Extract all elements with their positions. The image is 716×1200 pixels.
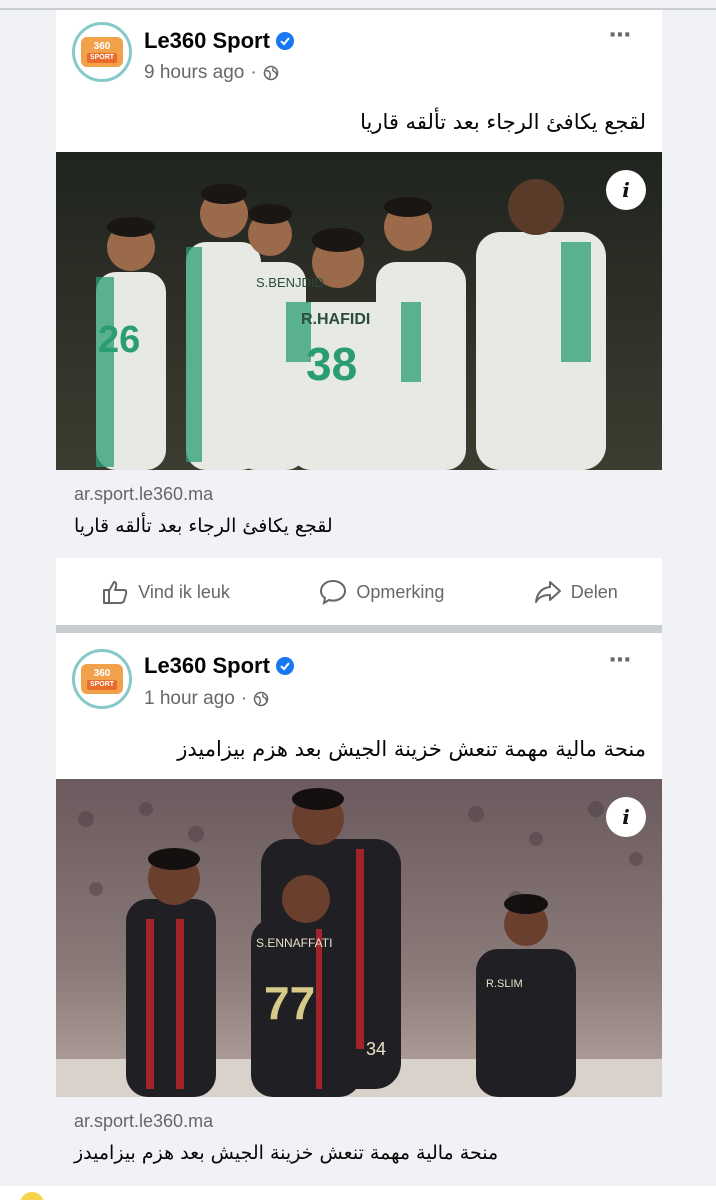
post-caption: لقجع يكافئ الرجاء بعد تألقه قاريا [360, 110, 646, 134]
comment-icon [320, 579, 347, 606]
thumbs-up-icon [103, 581, 128, 604]
ad-info-button[interactable]: i [606, 797, 646, 837]
jersey-number-1: 26 [98, 319, 140, 361]
jersey-number-2: 38 [306, 338, 357, 390]
verified-badge-icon [275, 657, 294, 675]
link-preview[interactable]: ar.sport.le360.ma لقجع يكافئ الرجاء بعد … [56, 470, 662, 558]
page-avatar[interactable]: 360 SPORT [72, 22, 132, 82]
reaction-emoji-icon [20, 1192, 44, 1200]
jersey-name-1: S.ENNAFFATI [256, 936, 332, 950]
page-name[interactable]: Le360 Sport [144, 28, 294, 54]
globe-icon [263, 65, 278, 81]
link-domain: ar.sport.le360.ma [74, 484, 214, 504]
share-button[interactable]: Delen [533, 577, 618, 607]
jersey-name-2: R.SLIM [486, 978, 523, 990]
more-options-icon[interactable]: ⋯ [609, 22, 632, 48]
jersey-number-2: 34 [366, 1039, 386, 1059]
verified-badge-icon [275, 32, 294, 50]
post-1: 360 SPORT Le360 Sport 9 hours ago · ⋯ لق… [56, 10, 662, 627]
le360-logo: 360 SPORT [81, 37, 123, 67]
page-name[interactable]: Le360 Sport [144, 653, 294, 679]
link-preview[interactable]: ar.sport.le360.ma منحة مالية مهمة تنعش خ… [56, 1097, 662, 1183]
post-caption: منحة مالية مهمة تنعش خزينة الجيش بعد هزم… [177, 737, 646, 761]
jersey-name-2: R.HAFIDI [301, 311, 370, 328]
post-image[interactable]: S.ENNAFFATI 77 R.SLIM 34 i [56, 779, 662, 1097]
more-options-icon[interactable]: ⋯ [609, 647, 632, 673]
next-post-peek [0, 1186, 716, 1200]
share-arrow-icon [534, 581, 561, 603]
ad-info-button[interactable]: i [606, 170, 646, 210]
like-button[interactable]: Vind ik leuk [100, 577, 230, 607]
link-title: لقجع يكافئ الرجاء بعد تألقه قاريا [74, 515, 333, 537]
comment-button[interactable]: Opmerking [318, 577, 444, 607]
page-avatar[interactable]: 360 SPORT [72, 649, 132, 709]
jersey-name-1: S.BENJDID [256, 275, 324, 290]
globe-icon [253, 691, 269, 707]
jersey-number-1: 77 [264, 977, 315, 1029]
post-divider [56, 625, 662, 633]
link-title: منحة مالية مهمة تنعش خزينة الجيش بعد هزم… [74, 1142, 499, 1164]
post-2: 360 SPORT Le360 Sport 1 hour ago · ⋯ منح… [56, 633, 662, 1183]
post-timestamp[interactable]: 9 hours ago · [144, 62, 279, 84]
post-actions: Vind ik leuk Opmerking Delen [56, 562, 662, 622]
post-timestamp[interactable]: 1 hour ago · [144, 688, 269, 710]
link-domain: ar.sport.le360.ma [74, 1111, 214, 1131]
post-image[interactable]: S.BENJDID R.HAFIDI 38 26 i [56, 152, 662, 470]
le360-logo: 360 SPORT [81, 664, 123, 694]
